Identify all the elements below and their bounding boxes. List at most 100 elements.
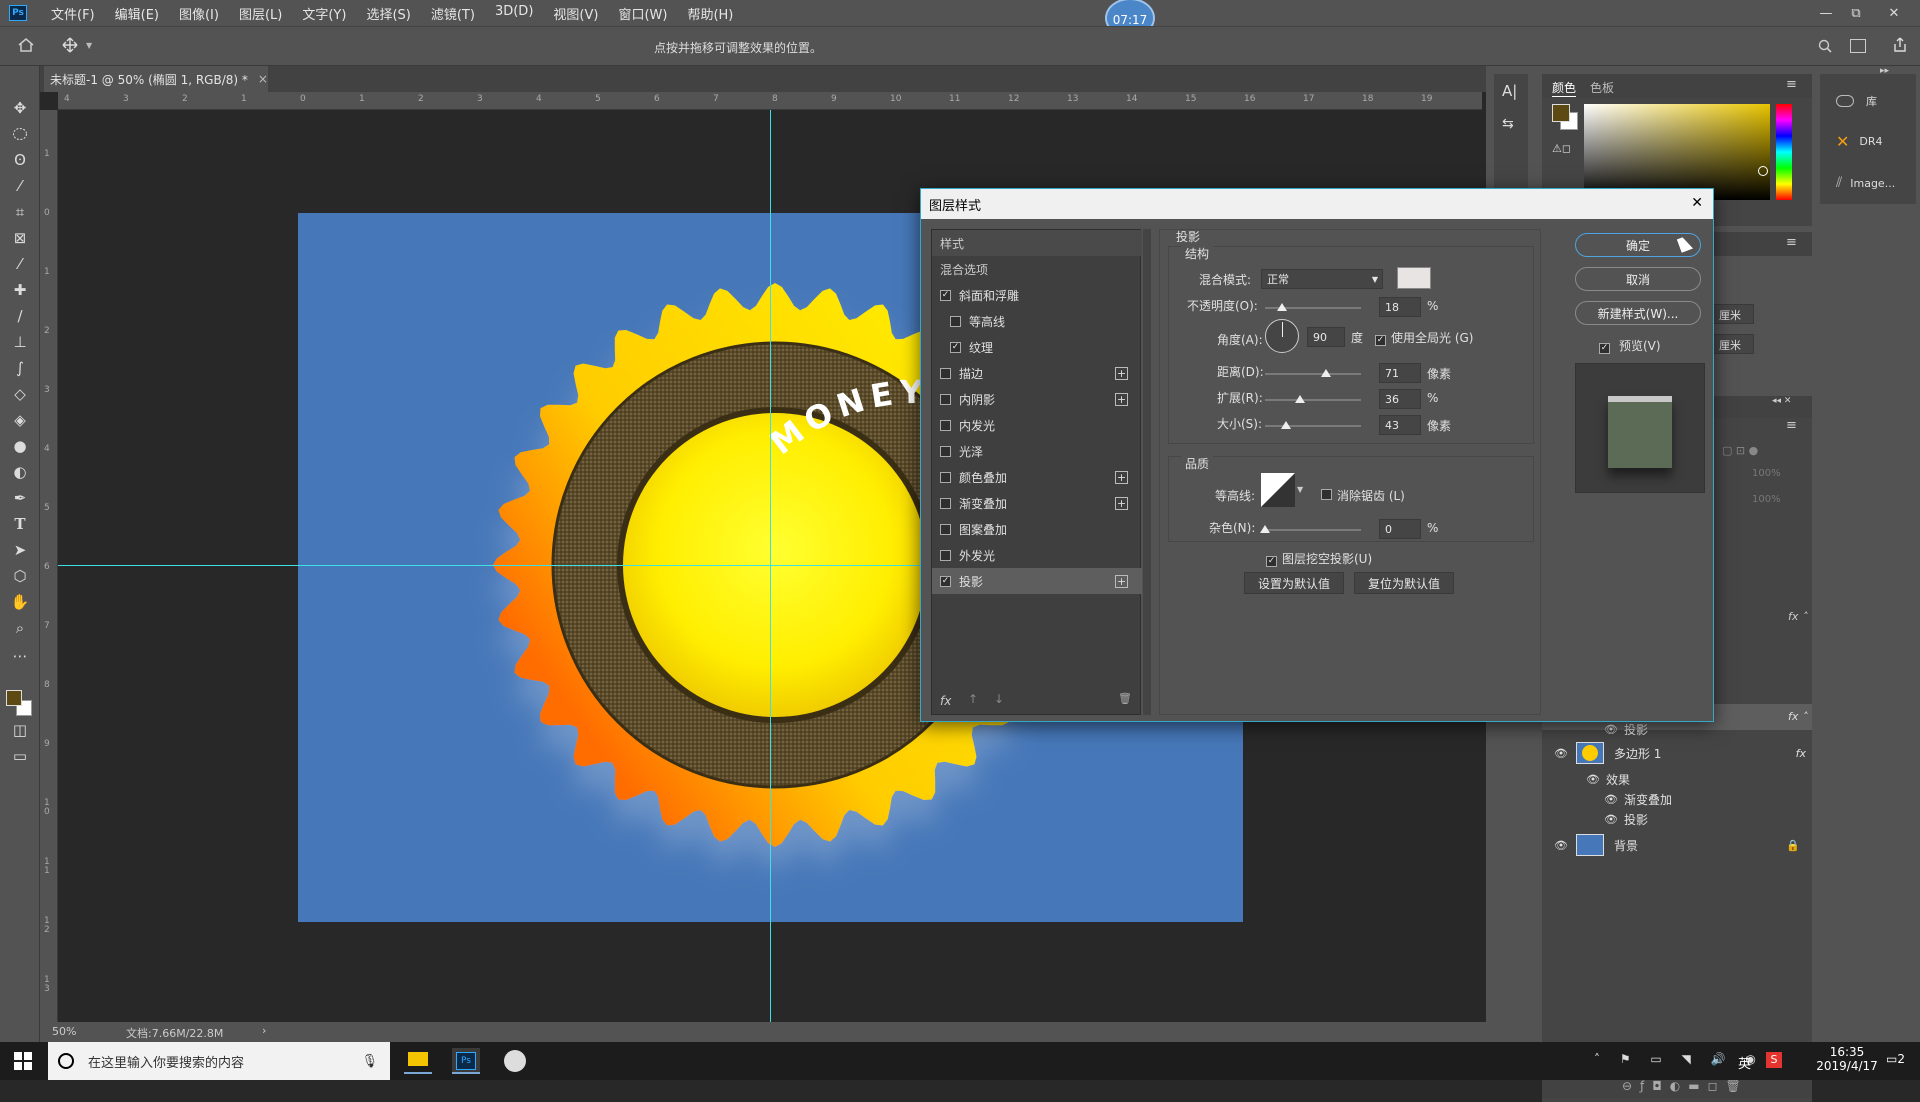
menu-item[interactable]: 图像(I) [169, 4, 229, 23]
style-item[interactable]: 内发光 [932, 412, 1142, 438]
size-slider-knob[interactable] [1281, 421, 1292, 429]
style-checkbox[interactable] [940, 523, 951, 535]
document-tab[interactable]: 未标题-1 @ 50% (椭圆 1, RGB/8) * × [44, 66, 268, 92]
sogou-icon[interactable]: S [1766, 1052, 1782, 1068]
paint-bucket-icon[interactable]: ◈ [8, 408, 32, 432]
blend-options-item[interactable]: 混合选项 [932, 256, 1142, 282]
move-icon[interactable]: ✥ [8, 96, 32, 120]
healing-brush-icon[interactable]: ✚ [8, 278, 32, 302]
style-item[interactable]: 等高线 [932, 308, 1142, 334]
search-icon[interactable] [1818, 39, 1832, 53]
home-icon[interactable] [18, 38, 34, 52]
frame-icon[interactable]: ⊠ [8, 226, 32, 250]
pen-icon[interactable]: ✒ [8, 486, 32, 510]
distance-slider[interactable] [1265, 369, 1361, 377]
layer-filter-icons[interactable]: ▢ ⊡ ● [1722, 444, 1758, 457]
eye-icon[interactable]: 👁 [1554, 747, 1568, 760]
style-checkbox[interactable] [940, 497, 951, 509]
microphone-icon[interactable]: 🎙 [361, 1054, 378, 1069]
style-item[interactable]: 图案叠加 [932, 516, 1142, 542]
noise-input[interactable]: 0 [1379, 519, 1421, 539]
clone-stamp-icon[interactable]: ⊥ [8, 330, 32, 354]
add-effect-icon[interactable]: + [1115, 392, 1128, 406]
layer-row-background[interactable]: 👁 背景 🔒 [1544, 832, 1812, 858]
type-icon[interactable]: T [8, 512, 32, 536]
library-item-dr4[interactable]: ✕ DR4 [1836, 130, 1916, 152]
unit-field-2[interactable]: 厘米 [1712, 334, 1754, 354]
collapse-right-icon[interactable]: ▸▸ [1880, 66, 1889, 76]
blend-mode-select[interactable]: 正常 ▼ [1261, 269, 1383, 289]
dodge-icon[interactable]: ◐ [8, 460, 32, 484]
collapse-icon[interactable]: ◂◂ ✕ [1772, 396, 1791, 406]
move-up-icon[interactable]: ↑ [968, 692, 978, 706]
brush-icon[interactable]: ∕ [8, 304, 32, 328]
spread-input[interactable]: 36 [1379, 389, 1421, 409]
crop-icon[interactable]: ⌗ [8, 200, 32, 224]
clock[interactable]: 16:35 2019/4/17 [1812, 1045, 1882, 1073]
spread-slider[interactable] [1265, 395, 1361, 403]
file-explorer-icon[interactable] [404, 1048, 432, 1074]
style-checkbox[interactable] [940, 445, 951, 457]
style-item[interactable]: 光泽 [932, 438, 1142, 464]
color-picker-ring[interactable] [1758, 166, 1768, 176]
styles-header[interactable]: 样式 [932, 230, 1142, 256]
recorder-icon[interactable] [504, 1050, 526, 1072]
blur-icon[interactable]: ● [8, 434, 32, 458]
eraser-icon[interactable]: ◇ [8, 382, 32, 406]
history-brush-icon[interactable]: ∫ [8, 356, 32, 380]
menu-item[interactable]: 视图(V) [543, 4, 608, 23]
fx-menu-icon[interactable]: fx [940, 694, 951, 708]
style-checkbox[interactable] [940, 367, 951, 379]
character-icon[interactable]: A| [1502, 82, 1517, 100]
style-checkbox[interactable]: ✓ [940, 289, 951, 301]
tab-color[interactable]: 颜色 [1552, 79, 1577, 97]
style-checkbox[interactable]: ✓ [950, 341, 961, 353]
menu-item[interactable]: 窗口(W) [608, 4, 677, 23]
spread-slider-knob[interactable] [1294, 395, 1305, 403]
shape-icon[interactable]: ⬡ [8, 564, 32, 588]
menu-item[interactable]: 帮助(H) [677, 4, 743, 23]
library-item-image[interactable]: ⫽ Image... [1836, 172, 1916, 194]
eye-icon[interactable]: 👁 [1586, 773, 1600, 786]
angle-dial[interactable] [1265, 319, 1299, 353]
marquee-icon[interactable] [8, 122, 32, 146]
cancel-button[interactable]: 取消 [1575, 267, 1701, 291]
more-tools-icon[interactable]: ⋯ [8, 644, 32, 668]
style-checkbox[interactable] [940, 549, 951, 561]
foreground-color-swatch[interactable] [6, 690, 22, 706]
style-item[interactable]: 渐变叠加 + [932, 490, 1142, 516]
shadow-color-swatch[interactable] [1397, 267, 1431, 289]
add-effect-icon[interactable]: + [1115, 366, 1128, 380]
zoom-icon[interactable]: ⌕ [8, 616, 32, 640]
angle-input[interactable]: 90 [1307, 327, 1345, 347]
chevron-down-icon[interactable]: ▼ [1297, 485, 1303, 494]
panel-menu-icon[interactable]: ≡ [1786, 77, 1797, 92]
menu-item[interactable]: 3D(D) [485, 4, 543, 23]
new-style-button[interactable]: 新建样式(W)... [1575, 301, 1701, 325]
layer-row-polygon[interactable]: 👁 多边形 1 fx [1544, 740, 1812, 766]
fx-icon[interactable]: fx [1796, 747, 1806, 760]
hue-slider[interactable] [1776, 104, 1792, 200]
global-light-checkbox[interactable]: ✓ [1375, 331, 1386, 346]
styles-scrollbar[interactable] [1143, 229, 1151, 715]
magic-wand-icon[interactable]: ⁄ [8, 174, 32, 198]
hand-icon[interactable]: ✋ [8, 590, 32, 614]
menu-item[interactable]: 图层(L) [229, 4, 292, 23]
minimize-button[interactable]: — [1812, 0, 1840, 26]
style-item[interactable]: 描边 + [932, 360, 1142, 386]
vertical-guide[interactable] [770, 110, 771, 1022]
add-effect-icon[interactable]: + [1115, 496, 1128, 510]
contour-picker[interactable] [1261, 473, 1295, 507]
menu-item[interactable]: 滤镜(T) [421, 4, 485, 23]
layer-effect-row[interactable]: 👁 投影 [1544, 806, 1812, 832]
status-menu-arrow[interactable]: › [262, 1024, 266, 1037]
lasso-icon[interactable]: ʘ [8, 148, 32, 172]
style-checkbox[interactable] [940, 419, 951, 431]
menu-item[interactable]: 文字(Y) [292, 4, 356, 23]
dialog-close-button[interactable]: ✕ [1691, 195, 1703, 211]
delete-effect-icon[interactable]: 🗑 [1118, 692, 1132, 705]
eye-icon[interactable]: 👁 [1604, 813, 1618, 826]
noise-slider[interactable] [1260, 525, 1361, 533]
move-down-icon[interactable]: ↓ [994, 692, 1004, 706]
style-item[interactable]: 内阴影 + [932, 386, 1142, 412]
